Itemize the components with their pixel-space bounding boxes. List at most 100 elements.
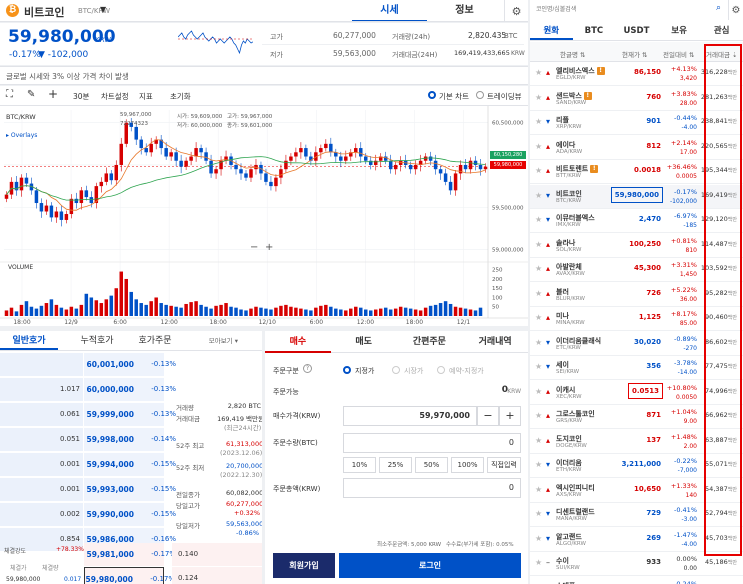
tab-simple-order[interactable]: 간편주문: [396, 331, 463, 353]
overlays-toggle[interactable]: ▸ Overlays: [6, 132, 37, 139]
tab-favorites[interactable]: 관심: [700, 21, 743, 40]
bid-price-cell[interactable]: 59,980,000 -0.17%: [84, 567, 175, 584]
market-row[interactable]: ★ ▴ 엘리비스엑스! EGLD/KRW 86,150 +4.13% 3,420 316,22…: [530, 62, 743, 86]
market-row[interactable]: ★ ▾ 리플 XRP/KRW 901 -0.44% -4.00 238,841백만: [530, 111, 743, 135]
ask-row[interactable]: 1.017 60,000,000 -0.13%: [0, 378, 262, 402]
market-row[interactable]: ★ ▾ 세이 SEI/KRW 356 -3.78% -14.00 77,475백만: [530, 356, 743, 380]
favorite-star-icon[interactable]: ★: [535, 509, 542, 518]
tab-btc[interactable]: BTC: [573, 21, 616, 40]
head-change[interactable]: 전일대비 ⇅: [663, 49, 694, 59]
help-icon[interactable]: ?: [303, 364, 312, 373]
tab-sell[interactable]: 매도: [330, 331, 397, 353]
favorite-star-icon[interactable]: ★: [535, 240, 542, 249]
indicator-button[interactable]: 지표: [139, 91, 153, 102]
market-settings-gear-icon[interactable]: ⚙: [728, 0, 743, 20]
favorite-star-icon[interactable]: ★: [535, 387, 542, 396]
favorite-star-icon[interactable]: ★: [535, 142, 542, 151]
tab-cumulative-book[interactable]: 누적호가: [68, 331, 126, 350]
chart-settings-button[interactable]: 차트설정: [101, 91, 129, 102]
market-row[interactable]: ★ ▾ 이더리움 ETH/KRW 3,211,000 -0.22% -7,000 55,071…: [530, 454, 743, 478]
crosshair-icon[interactable]: +: [48, 87, 58, 101]
draw-pencil-icon[interactable]: ✎: [27, 89, 35, 100]
price-input[interactable]: 59,970,000: [343, 406, 477, 426]
pct-50-button[interactable]: 50%: [415, 457, 448, 473]
market-radio-icon[interactable]: [392, 366, 400, 374]
bid-row[interactable]: 59,981,000 -0.17% 0.140: [0, 543, 262, 567]
login-button[interactable]: 로그인: [339, 553, 521, 578]
tab-holdings[interactable]: 보유: [658, 21, 701, 40]
market-row[interactable]: ★ ▴ 솔라나 SOL/KRW 100,250 +0.81% 810 114,487백만: [530, 234, 743, 258]
coin-search-input[interactable]: [536, 3, 716, 17]
zoom-out-icon[interactable]: −: [250, 242, 258, 253]
fullscreen-icon[interactable]: ⛶: [6, 89, 13, 100]
price-chart[interactable]: 60,500,000 60,000,000 59,500,000 59,000,000…: [0, 106, 528, 326]
favorite-star-icon[interactable]: ★: [535, 534, 542, 543]
head-volume[interactable]: 거래대금 ⇣: [706, 49, 737, 59]
market-row[interactable]: ★ – 수이 SUI/KRW 933 0.00% 0.00 45,186백만: [530, 552, 743, 576]
market-row[interactable]: ★ ▴ 도지코인 DOGE/KRW 137 +1.48% 2.00 63,887백만: [530, 430, 743, 454]
favorite-star-icon[interactable]: ★: [535, 191, 542, 200]
price-minus-button[interactable]: −: [477, 406, 499, 426]
tab-info[interactable]: 정보: [427, 0, 502, 21]
more-view-select[interactable]: 모아보기 ▾: [184, 331, 242, 350]
ask-row[interactable]: 60,001,000 -0.13%: [0, 353, 262, 377]
favorite-star-icon[interactable]: ★: [535, 338, 542, 347]
market-row[interactable]: ★ ▴ 그로스톨코인 GRS/KRW 871 +1.04% 9.00 66,962백만: [530, 405, 743, 429]
reset-button[interactable]: 초기화: [170, 91, 191, 102]
tradingview-radio-icon[interactable]: [476, 91, 484, 99]
favorite-star-icon[interactable]: ★: [535, 411, 542, 420]
ask-row[interactable]: 0.001 59,993,000 -0.15%: [0, 478, 262, 502]
ask-price-cell[interactable]: 59,999,000 -0.13%: [84, 403, 176, 426]
tab-buy[interactable]: 매수: [265, 331, 331, 353]
favorite-star-icon[interactable]: ★: [535, 485, 542, 494]
favorite-star-icon[interactable]: ★: [535, 313, 542, 322]
search-icon[interactable]: ⌕: [716, 3, 721, 13]
favorite-star-icon[interactable]: ★: [535, 166, 542, 175]
ask-price-cell[interactable]: 60,001,000 -0.13%: [84, 353, 176, 376]
market-row[interactable]: ★ ▴ 엑시인피니티 AXS/KRW 10,650 +1.33% 140 54,387백만: [530, 479, 743, 503]
interval-select[interactable]: 30분: [73, 91, 89, 102]
signup-button[interactable]: 회원가입: [273, 553, 335, 578]
market-row[interactable]: ★ ▴ 이캐시 XEC/KRW 0.0513 +10.80% 0.0050 74,996백만: [530, 381, 743, 405]
favorite-star-icon[interactable]: ★: [535, 93, 542, 102]
favorite-star-icon[interactable]: ★: [535, 68, 542, 77]
custom-input-button[interactable]: 직접입력: [487, 457, 521, 473]
head-name[interactable]: 한글명 ⇅: [560, 49, 585, 59]
pct-25-button[interactable]: 25%: [379, 457, 412, 473]
ask-price-cell[interactable]: 59,993,000 -0.15%: [84, 478, 176, 501]
tab-usdt[interactable]: USDT: [615, 21, 658, 40]
favorite-star-icon[interactable]: ★: [535, 460, 542, 469]
ask-price-cell[interactable]: 59,994,000 -0.15%: [84, 453, 176, 476]
market-row[interactable]: ★ ▴ 블러 BLUR/KRW 726 +5.22% 36.00 95,282백만: [530, 283, 743, 307]
head-price[interactable]: 현재가 ⇅: [622, 49, 647, 59]
favorite-star-icon[interactable]: ★: [535, 215, 542, 224]
bid-price-cell[interactable]: 59,981,000 -0.17%: [84, 543, 176, 566]
market-row[interactable]: ★ ▾ 이더리움클래식 ETC/KRW 30,020 -0.89% -270 86,602백만: [530, 332, 743, 356]
settings-gear-icon[interactable]: ⚙: [504, 0, 528, 21]
favorite-star-icon[interactable]: ★: [535, 436, 542, 445]
tab-history[interactable]: 거래내역: [462, 331, 528, 353]
market-row[interactable]: ★▾스테픈GMT/KRW409-0.24%-1.0043,062백만: [530, 577, 743, 584]
market-row[interactable]: ★ ▾ 디센트럴랜드 MANA/KRW 729 -0.41% -3.00 52,794백만: [530, 503, 743, 527]
tab-book-order[interactable]: 호가주문: [126, 331, 184, 350]
favorite-star-icon[interactable]: ★: [535, 264, 542, 273]
zoom-in-icon[interactable]: +: [265, 242, 273, 253]
pct-100-button[interactable]: 100%: [451, 457, 484, 473]
coin-select-chevron-down-icon[interactable]: ▼: [100, 5, 106, 14]
market-row[interactable]: ★ ▴ 에이다 ADA/KRW 812 +2.14% 17.00 220,565백만: [530, 136, 743, 160]
qty-input[interactable]: 0: [343, 433, 521, 453]
market-row[interactable]: ★ ▾ 이뮤터블엑스 IMX/KRW 2,470 -6.97% -185 129,120백만: [530, 209, 743, 233]
price-plus-button[interactable]: +: [499, 406, 521, 426]
favorite-star-icon[interactable]: ★: [535, 117, 542, 126]
favorite-star-icon[interactable]: ★: [535, 558, 542, 567]
total-input[interactable]: 0: [343, 478, 521, 498]
basic-chart-radio-icon[interactable]: [428, 91, 436, 99]
market-row[interactable]: ★ ▴ 미나 MINA/KRW 1,125 +8.17% 85.00 90,460백만: [530, 307, 743, 331]
market-row[interactable]: ★ ▾ 알고랜드 ALGO/KRW 269 -1.47% -4.00 45,703백만: [530, 528, 743, 552]
market-row[interactable]: ★ ▾ 비트코인 BTC/KRW 59,980,000 -0.17% -102,000 169…: [530, 184, 743, 209]
reserve-radio-icon[interactable]: [437, 366, 445, 374]
ask-row[interactable]: 0.002 59,990,000 -0.15%: [0, 503, 262, 527]
favorite-star-icon[interactable]: ★: [535, 362, 542, 371]
favorite-star-icon[interactable]: ★: [535, 289, 542, 298]
pct-10-button[interactable]: 10%: [343, 457, 376, 473]
